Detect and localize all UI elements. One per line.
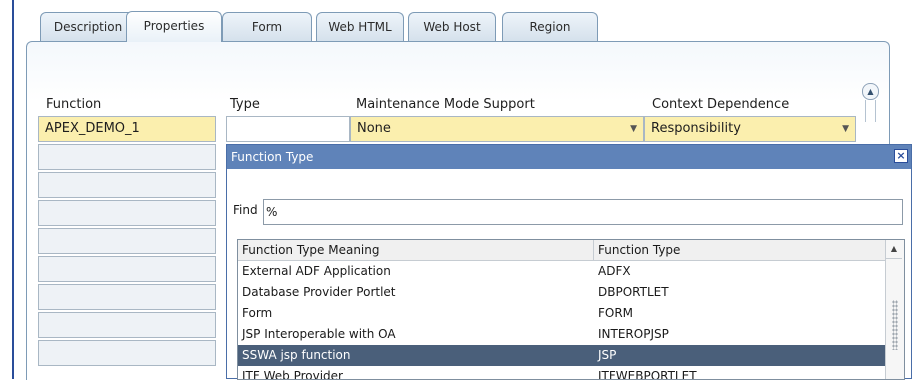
function-row-empty[interactable] xyxy=(38,284,216,310)
function-row-empty[interactable] xyxy=(38,312,216,338)
find-label: Find xyxy=(233,203,258,217)
tab-form[interactable]: Form xyxy=(222,12,312,41)
function-label: Function xyxy=(46,97,102,112)
tab-region[interactable]: Region xyxy=(502,12,598,41)
chevron-down-icon[interactable]: ▼ xyxy=(630,117,637,141)
list-item[interactable]: ITF Web Provider ITFWEBPORTLET xyxy=(238,366,886,379)
context-dependence-select[interactable]: Responsibility ▼ xyxy=(644,116,856,142)
list-item[interactable]: External ADF Application ADFX xyxy=(238,261,886,282)
maintenance-mode-value: None xyxy=(357,121,391,136)
scroll-grip-icon[interactable] xyxy=(892,300,898,350)
tab-description[interactable]: Description xyxy=(40,12,136,41)
column-header-meaning[interactable]: Function Type Meaning xyxy=(238,240,594,260)
list-scrollbar[interactable]: ▲ xyxy=(885,240,904,379)
tab-web-host[interactable]: Web Host xyxy=(408,12,496,41)
chevron-down-icon[interactable]: ▼ xyxy=(842,117,849,141)
find-input[interactable]: % xyxy=(263,199,903,225)
function-type-dialog: Function Type × Find % Function Type Mea… xyxy=(226,144,912,380)
function-row-empty[interactable] xyxy=(38,340,216,366)
context-dependence-label: Context Dependence xyxy=(652,97,790,112)
function-field[interactable]: APEX_DEMO_1 xyxy=(38,116,216,142)
scroll-up-icon[interactable]: ▲ xyxy=(862,83,879,100)
column-header-type[interactable]: Function Type xyxy=(594,240,886,260)
type-field[interactable] xyxy=(226,116,350,142)
scroll-track[interactable] xyxy=(865,100,876,122)
scroll-up-icon[interactable]: ▲ xyxy=(886,240,902,259)
function-row-empty[interactable] xyxy=(38,200,216,226)
maintenance-mode-select[interactable]: None ▼ xyxy=(350,116,644,142)
list-header: Function Type Meaning Function Type xyxy=(238,240,886,261)
function-type-list: Function Type Meaning Function Type Exte… xyxy=(237,239,905,380)
tab-web-html[interactable]: Web HTML xyxy=(316,12,404,41)
dialog-title: Function Type xyxy=(227,145,911,169)
function-row-empty[interactable] xyxy=(38,172,216,198)
form-scrollbar[interactable]: ▲ xyxy=(862,83,879,122)
maintenance-mode-label: Maintenance Mode Support xyxy=(356,97,535,112)
function-row-empty[interactable] xyxy=(38,256,216,282)
function-row-empty[interactable] xyxy=(38,228,216,254)
context-dependence-value: Responsibility xyxy=(651,121,741,136)
function-row-empty[interactable] xyxy=(38,144,216,170)
list-item[interactable]: JSP Interoperable with OA INTEROPJSP xyxy=(238,324,886,345)
list-item[interactable]: Form FORM xyxy=(238,303,886,324)
tab-properties[interactable]: Properties xyxy=(126,11,222,42)
list-item[interactable]: Database Provider Portlet DBPORTLET xyxy=(238,282,886,303)
close-icon[interactable]: × xyxy=(894,149,908,163)
list-item-selected[interactable]: SSWA jsp function JSP xyxy=(238,345,886,366)
type-label: Type xyxy=(230,97,260,112)
